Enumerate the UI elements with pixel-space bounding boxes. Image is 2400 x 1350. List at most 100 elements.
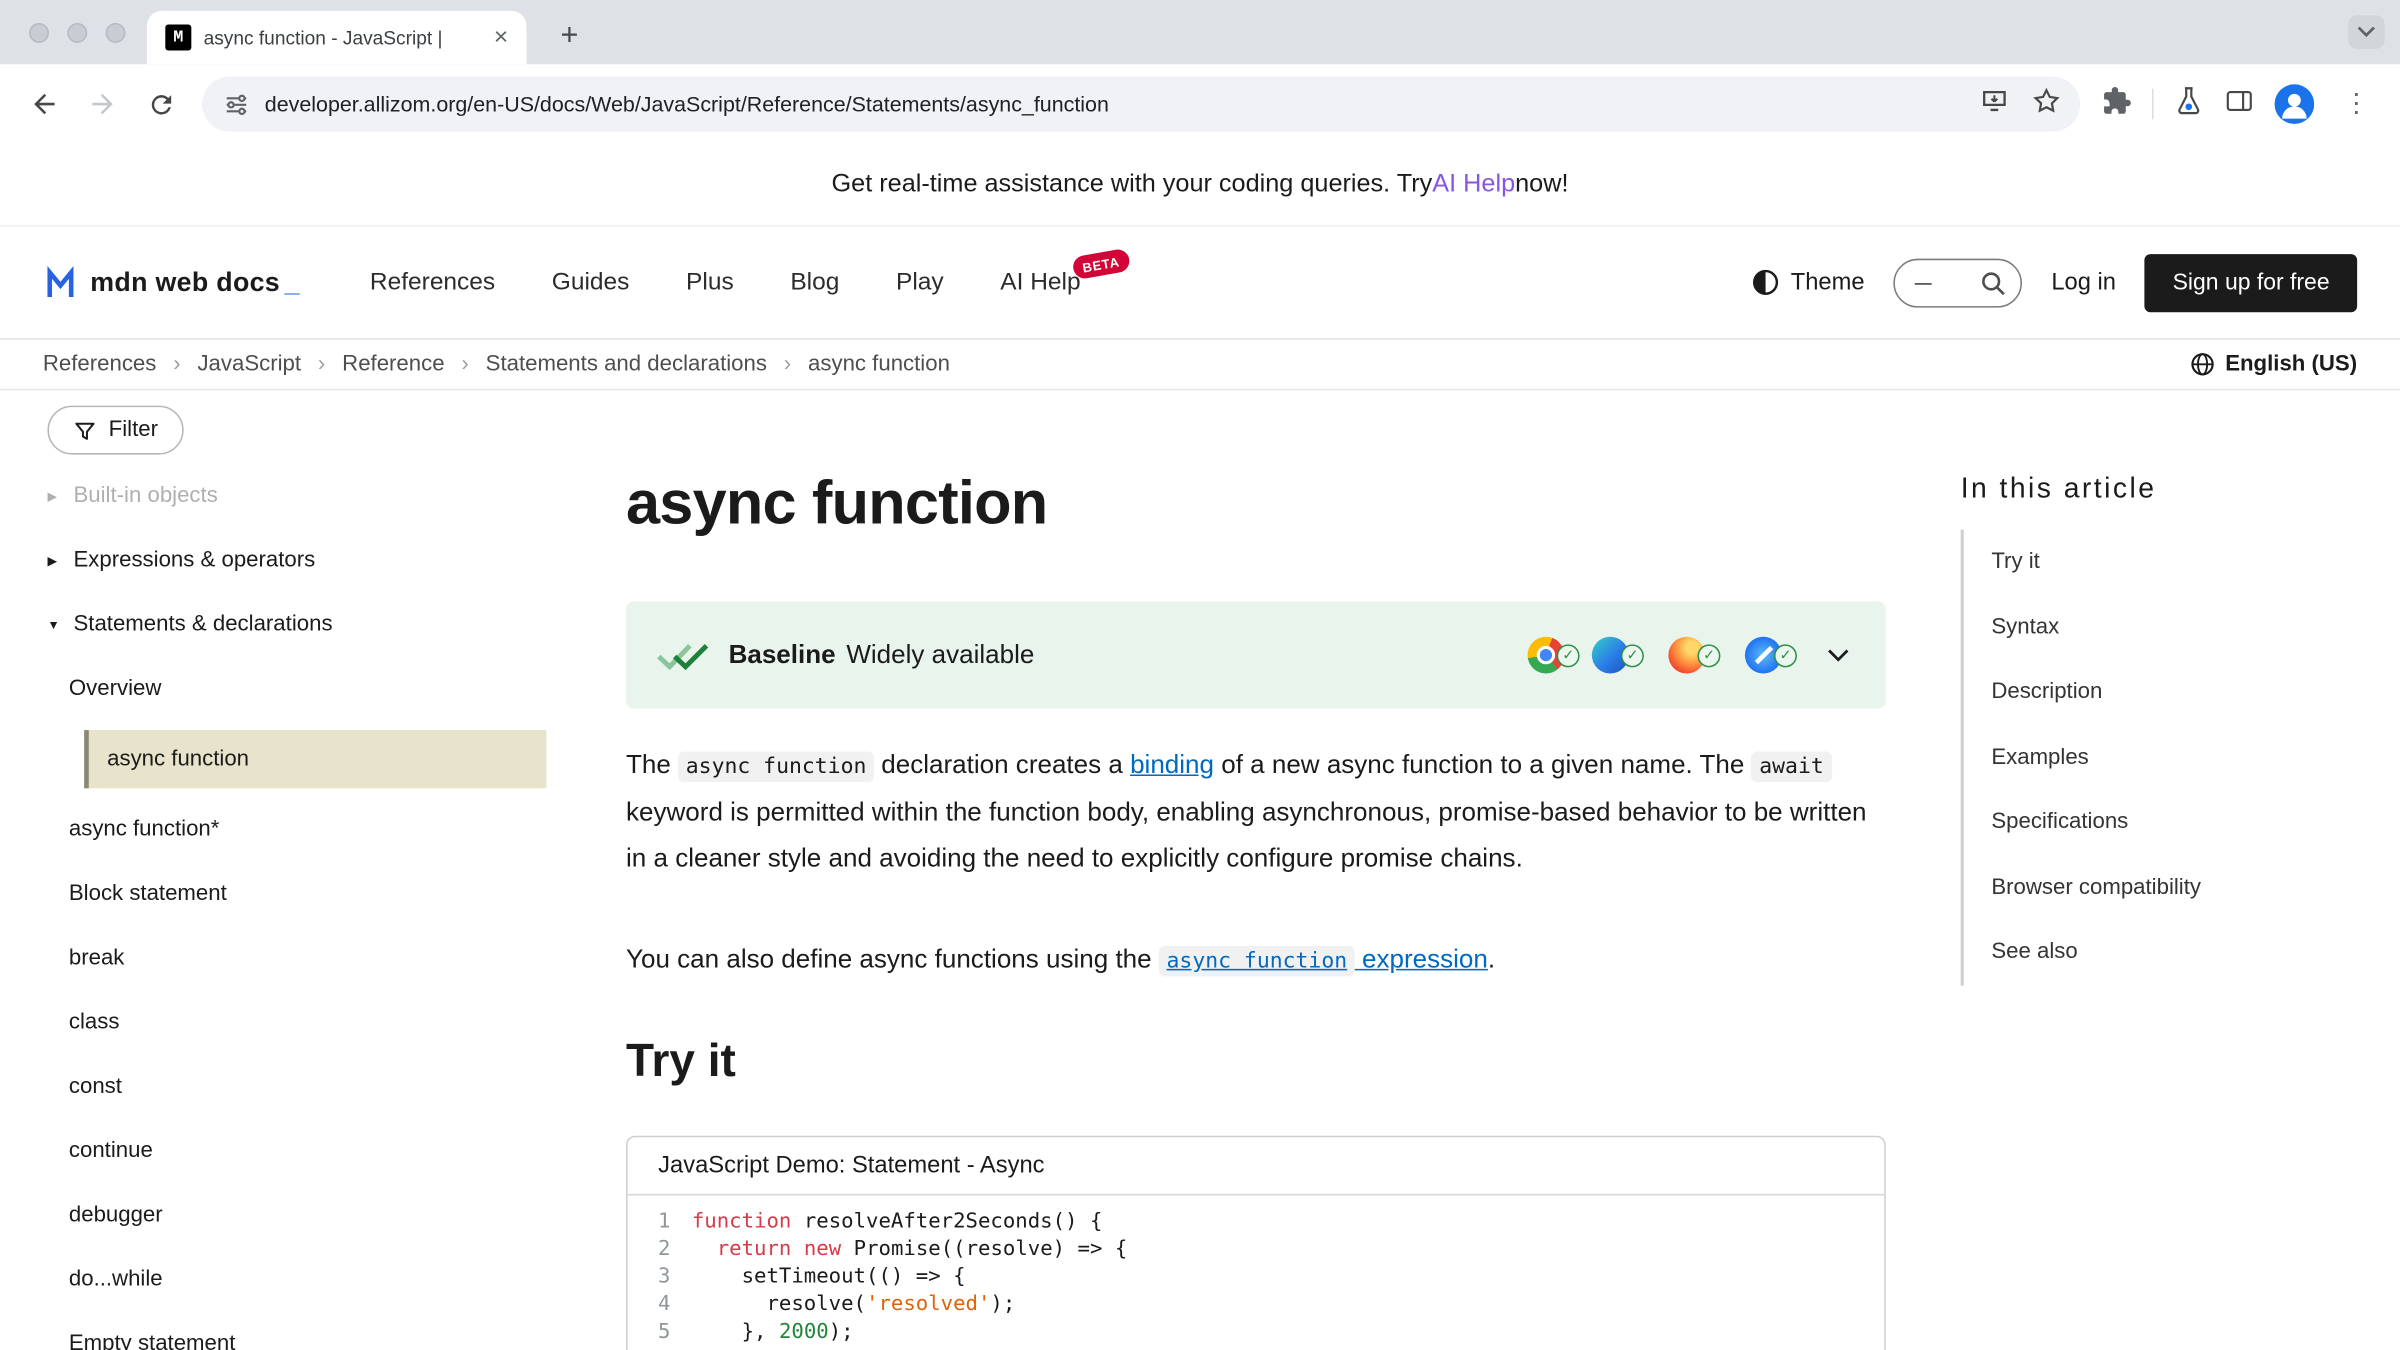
new-tab-button[interactable] [548, 14, 591, 57]
mdn-logo-icon [43, 265, 80, 300]
sidebar-item-continue[interactable]: continue [47, 1119, 564, 1183]
signup-button[interactable]: Sign up for free [2145, 253, 2357, 311]
toc-browser-compatibility[interactable]: Browser compatibility [1991, 875, 2201, 899]
theme-icon [1752, 269, 1778, 295]
code-line[interactable]: 6 }); [628, 1345, 1885, 1350]
async-function-expression-link[interactable]: async function expression [1159, 944, 1488, 973]
search-icon [1981, 270, 2007, 296]
breadcrumb-references[interactable]: References [43, 352, 157, 376]
sidebar-item-empty-statement[interactable]: Empty statement [47, 1312, 564, 1350]
baseline-expand-button[interactable] [1828, 648, 1849, 662]
theme-toggle[interactable]: Theme [1752, 269, 1864, 297]
sidebar-item-class[interactable]: class [47, 990, 564, 1054]
doc-sidebar: Filter Built-in objects Expressions & op… [0, 390, 626, 1350]
main-nav: References Guides Plus Blog Play AI Help… [370, 269, 1081, 297]
url-bar[interactable]: developer.allizom.org/en-US/docs/Web/Jav… [202, 77, 2080, 132]
toc-see-also[interactable]: See also [1991, 940, 2077, 964]
breadcrumb-reference[interactable]: Reference [342, 352, 444, 376]
tab-search-button[interactable] [2348, 15, 2385, 49]
extensions-button[interactable] [2102, 85, 2133, 123]
profile-avatar[interactable] [2274, 84, 2314, 124]
sidebar-item-overview[interactable]: Overview [47, 657, 564, 721]
nav-guides[interactable]: Guides [552, 269, 630, 297]
sidebar-item-do-while[interactable]: do...while [47, 1247, 564, 1311]
code-line[interactable]: 3 setTimeout(() => { [628, 1263, 1885, 1291]
toolbar-divider [2152, 89, 2154, 120]
line-number: 1 [628, 1208, 671, 1236]
breadcrumb-statements[interactable]: Statements and declarations [486, 352, 767, 376]
sidebar-section-statements[interactable]: Statements & declarations [47, 592, 564, 656]
nav-play[interactable]: Play [896, 269, 944, 297]
close-window-button[interactable] [29, 22, 49, 42]
site-settings-icon[interactable] [223, 91, 249, 117]
toc-specifications[interactable]: Specifications [1991, 810, 2128, 834]
filter-button[interactable]: Filter [47, 406, 184, 455]
beta-badge: BETA [1072, 247, 1131, 279]
browser-menu-button[interactable] [2334, 89, 2378, 120]
breadcrumb-separator [784, 352, 791, 376]
toc-try-it[interactable]: Try it [1991, 550, 2040, 574]
intro-paragraph: The async function declaration creates a… [626, 742, 1886, 881]
sidebar-section-built-in-objects[interactable]: Built-in objects [47, 464, 564, 528]
code-line[interactable]: 2 return new Promise((resolve) => { [628, 1235, 1885, 1263]
star-icon [2031, 85, 2062, 116]
binding-link[interactable]: binding [1130, 750, 1214, 779]
mdn-logo[interactable]: mdn web docs_ [43, 265, 300, 300]
back-button[interactable] [15, 75, 73, 133]
browser-tab[interactable]: async function - JavaScript | [147, 11, 527, 65]
minimize-window-button[interactable] [67, 22, 87, 42]
nav-references[interactable]: References [370, 269, 495, 297]
zoom-window-button[interactable] [106, 22, 126, 42]
toc-item: Browser compatibility [1991, 855, 2400, 920]
browser-support-icons [1528, 637, 1797, 674]
forward-button[interactable] [73, 75, 131, 133]
toc-item: Specifications [1991, 790, 2400, 855]
sidebar-item-async-function-star[interactable]: async function* [47, 797, 564, 861]
sidebar-item-const[interactable]: const [47, 1055, 564, 1119]
sidebar-item-debugger[interactable]: debugger [47, 1183, 564, 1247]
toolbar-actions [2092, 84, 2387, 124]
supported-check-icon [1774, 644, 1797, 667]
inline-code-async-function: async function [678, 752, 874, 783]
tab-strip: async function - JavaScript | [0, 0, 2400, 64]
line-number: 4 [628, 1290, 671, 1318]
sidebar-item-async-function[interactable]: async function [47, 721, 564, 798]
sidebar-item-break[interactable]: break [47, 926, 564, 990]
toc-description[interactable]: Description [1991, 680, 2102, 704]
breadcrumb-current[interactable]: async function [808, 352, 950, 376]
breadcrumb-separator [461, 352, 468, 376]
install-app-button[interactable] [1979, 85, 2010, 123]
install-icon [1979, 85, 2010, 116]
sidebar-section-expressions[interactable]: Expressions & operators [47, 528, 564, 592]
collapsed-arrow-icon [47, 489, 64, 503]
labs-button[interactable] [2173, 85, 2204, 123]
code-line[interactable]: 4 resolve('resolved'); [628, 1290, 1885, 1318]
toc-item: Try it [1991, 530, 2400, 595]
toc-syntax[interactable]: Syntax [1991, 615, 2059, 639]
baseline-banner[interactable]: Baseline Widely available [626, 602, 1886, 709]
collapsed-arrow-icon [47, 553, 64, 567]
close-tab-icon[interactable] [488, 25, 515, 49]
side-panel-button[interactable] [2224, 85, 2255, 123]
nav-plus[interactable]: Plus [686, 269, 734, 297]
tryit-heading: Try it [626, 1030, 1886, 1094]
reload-button[interactable] [132, 75, 190, 133]
login-link[interactable]: Log in [2051, 269, 2116, 297]
code-line[interactable]: 5 }, 2000); [628, 1318, 1885, 1346]
search-input[interactable] [1894, 258, 2023, 307]
inline-code-await: await [1752, 752, 1832, 783]
nav-blog[interactable]: Blog [790, 269, 839, 297]
breadcrumb-javascript[interactable]: JavaScript [197, 352, 301, 376]
code-line[interactable]: 1function resolveAfter2Seconds() { [628, 1208, 1885, 1236]
text-cursor [1915, 282, 1932, 284]
language-selector[interactable]: English (US) [2190, 352, 2357, 376]
ai-help-promo-link[interactable]: AI Help [1432, 170, 1515, 199]
site-header: mdn web docs_ References Guides Plus Blo… [0, 227, 2400, 340]
bookmark-button[interactable] [2031, 85, 2062, 123]
nav-ai-help[interactable]: AI HelpBETA [1000, 269, 1080, 297]
page-title: async function [626, 467, 1886, 540]
promo-banner: Get real-time assistance with your codin… [0, 144, 2400, 227]
code-editor[interactable]: 1function resolveAfter2Seconds() {2 retu… [628, 1195, 1885, 1350]
toc-examples[interactable]: Examples [1991, 745, 2088, 769]
sidebar-item-block-statement[interactable]: Block statement [47, 862, 564, 926]
